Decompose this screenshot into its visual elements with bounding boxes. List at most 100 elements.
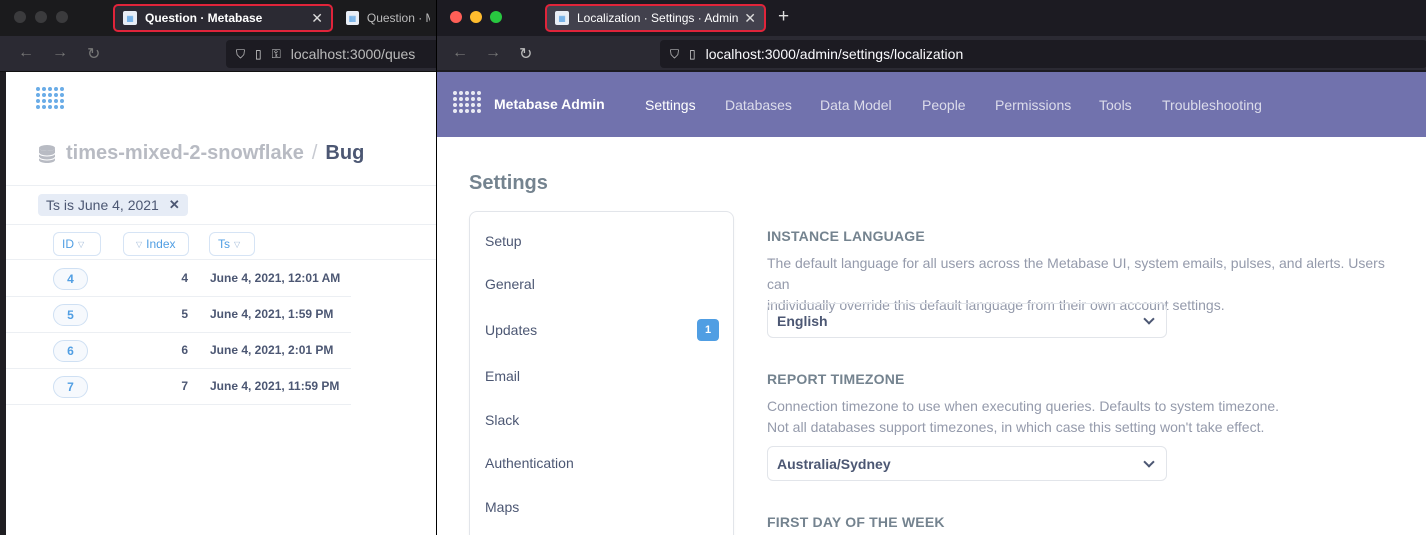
page-icon: ▯ bbox=[255, 47, 262, 61]
breadcrumb-database[interactable]: times-mixed-2-snowflake bbox=[66, 142, 304, 165]
filter-pill[interactable]: Ts is June 4, 2021 ✕ bbox=[38, 194, 188, 216]
chevron-down-icon: ▽ bbox=[136, 239, 143, 249]
table-row: 6 6 June 4, 2021, 2:01 PM bbox=[6, 333, 351, 369]
navigation-bar: ← → ↻ ⛉ ▯ localhost:3000/admin/settings/… bbox=[437, 36, 1426, 70]
row-ts: June 4, 2021, 11:59 PM bbox=[210, 379, 340, 393]
admin-title: Metabase Admin bbox=[494, 96, 605, 112]
url-text: localhost:3000/ques bbox=[290, 46, 416, 62]
filter-bar: Ts is June 4, 2021 ✕ bbox=[6, 185, 436, 225]
column-header-index[interactable]: ▽ Index bbox=[123, 232, 189, 256]
sidebar-item-authentication[interactable]: Authentication bbox=[485, 455, 574, 471]
key-icon: ⚿ bbox=[271, 46, 281, 61]
table-row: 5 5 June 4, 2021, 1:59 PM bbox=[6, 297, 351, 333]
table-header: ID ▽ ▽ Index Ts ▽ bbox=[6, 232, 436, 260]
shield-icon: ⛉ bbox=[236, 46, 246, 61]
column-label: Ts bbox=[218, 237, 230, 251]
breadcrumb: times-mixed-2-snowflake / Bug bbox=[38, 142, 364, 165]
chevron-down-icon: ▽ bbox=[78, 239, 85, 249]
row-id-link[interactable]: 4 bbox=[53, 268, 88, 290]
row-id-link[interactable]: 5 bbox=[53, 304, 88, 326]
maximize-window-icon[interactable] bbox=[490, 11, 502, 23]
row-ts: June 4, 2021, 2:01 PM bbox=[210, 343, 334, 357]
row-index: 5 bbox=[181, 307, 188, 321]
nav-databases[interactable]: Databases bbox=[725, 97, 792, 113]
page-icon: ▯ bbox=[689, 47, 696, 61]
reload-icon[interactable]: ↻ bbox=[519, 44, 532, 64]
column-header-id[interactable]: ID ▽ bbox=[53, 232, 101, 256]
timezone-select[interactable]: Australia/Sydney bbox=[767, 446, 1167, 481]
sidebar-item-slack[interactable]: Slack bbox=[485, 412, 519, 428]
metabase-favicon-icon: ▦ bbox=[346, 11, 359, 25]
admin-browser-window: ▦ Localization · Settings · Admin · ✕ + … bbox=[436, 0, 1426, 535]
admin-navbar: Metabase Admin Settings Databases Data M… bbox=[437, 72, 1426, 137]
select-value: Australia/Sydney bbox=[777, 455, 891, 472]
table-row: 4 4 June 4, 2021, 12:01 AM bbox=[6, 261, 351, 297]
nav-tools[interactable]: Tools bbox=[1099, 97, 1132, 113]
back-arrow-icon[interactable]: ← bbox=[452, 44, 468, 62]
row-id-link[interactable]: 7 bbox=[53, 376, 88, 398]
tab-question-active[interactable]: ▦ Question · Metabase ✕ bbox=[113, 4, 333, 32]
report-timezone-description: Connection timezone to use when executin… bbox=[767, 396, 1397, 438]
filter-label: Ts is June 4, 2021 bbox=[46, 197, 159, 213]
close-tab-icon[interactable]: ✕ bbox=[311, 10, 323, 27]
address-bar[interactable]: ⛉ ▯ ⚿ localhost:3000/ques bbox=[226, 40, 446, 68]
maximize-window-icon[interactable] bbox=[56, 11, 68, 23]
shield-icon: ⛉ bbox=[670, 46, 680, 61]
first-day-of-week-title: FIRST DAY OF THE WEEK bbox=[767, 514, 945, 530]
tab-bar: ▦ Localization · Settings · Admin · ✕ + bbox=[437, 0, 1426, 36]
nav-permissions[interactable]: Permissions bbox=[995, 97, 1071, 113]
sidebar-item-email[interactable]: Email bbox=[485, 368, 520, 384]
chevron-down-icon bbox=[1143, 455, 1155, 468]
nav-data-model[interactable]: Data Model bbox=[820, 97, 892, 113]
forward-arrow-icon[interactable]: → bbox=[52, 44, 68, 62]
sidebar-item-setup[interactable]: Setup bbox=[485, 233, 522, 249]
reload-icon[interactable]: ↻ bbox=[87, 44, 100, 64]
settings-sidebar: Setup General Updates 1 Email Slack Auth… bbox=[469, 211, 734, 535]
back-arrow-icon[interactable]: ← bbox=[18, 44, 34, 62]
row-ts: June 4, 2021, 12:01 AM bbox=[210, 271, 341, 285]
tab-localization-active[interactable]: ▦ Localization · Settings · Admin · ✕ bbox=[545, 4, 766, 32]
row-index: 7 bbox=[181, 379, 188, 393]
address-bar[interactable]: ⛉ ▯ localhost:3000/admin/settings/locali… bbox=[660, 40, 1426, 68]
table-row: 7 7 June 4, 2021, 11:59 PM bbox=[6, 369, 351, 405]
description-line: Connection timezone to use when executin… bbox=[767, 398, 1280, 414]
row-ts: June 4, 2021, 1:59 PM bbox=[210, 307, 334, 321]
url-text: localhost:3000/admin/settings/localizati… bbox=[705, 46, 964, 62]
chevron-down-icon: ▽ bbox=[234, 239, 241, 249]
remove-filter-icon[interactable]: ✕ bbox=[169, 197, 180, 213]
database-icon bbox=[38, 144, 56, 164]
nav-settings[interactable]: Settings bbox=[645, 97, 696, 113]
close-tab-icon[interactable]: ✕ bbox=[744, 10, 756, 27]
report-timezone-title: REPORT TIMEZONE bbox=[767, 371, 905, 387]
select-value: English bbox=[777, 312, 828, 329]
tab-label: Localization · Settings · Admin · bbox=[577, 11, 742, 25]
close-window-icon[interactable] bbox=[14, 11, 26, 23]
new-tab-button[interactable]: + bbox=[778, 6, 789, 28]
sidebar-item-updates[interactable]: Updates bbox=[485, 322, 537, 338]
chevron-down-icon bbox=[1143, 312, 1155, 325]
forward-arrow-icon[interactable]: → bbox=[485, 44, 501, 62]
metabase-logo-icon[interactable] bbox=[36, 87, 64, 109]
question-title[interactable]: Bug bbox=[325, 142, 364, 165]
metabase-logo-icon[interactable] bbox=[453, 91, 481, 113]
nav-troubleshooting[interactable]: Troubleshooting bbox=[1162, 97, 1262, 113]
column-header-ts[interactable]: Ts ▽ bbox=[209, 232, 255, 256]
minimize-window-icon[interactable] bbox=[470, 11, 482, 23]
minimize-window-icon[interactable] bbox=[35, 11, 47, 23]
language-select[interactable]: English bbox=[767, 303, 1167, 338]
description-line: Not all databases support timezones, in … bbox=[767, 419, 1265, 435]
metabase-favicon-icon: ▦ bbox=[555, 11, 569, 25]
row-id-link[interactable]: 6 bbox=[53, 340, 88, 362]
settings-page: Settings Setup General Updates 1 Email S… bbox=[437, 137, 1426, 535]
nav-people[interactable]: People bbox=[922, 97, 966, 113]
page-title: Settings bbox=[469, 172, 548, 194]
tab-label: Question · M bbox=[366, 11, 430, 25]
tab-question-inactive[interactable]: ▦ Question · M bbox=[338, 4, 438, 32]
column-label: ID bbox=[62, 237, 74, 251]
column-label: Index bbox=[146, 237, 176, 251]
tab-label: Question · Metabase bbox=[145, 11, 263, 25]
close-window-icon[interactable] bbox=[450, 11, 462, 23]
instance-language-title: INSTANCE LANGUAGE bbox=[767, 228, 925, 244]
sidebar-item-general[interactable]: General bbox=[485, 276, 535, 292]
sidebar-item-maps[interactable]: Maps bbox=[485, 499, 519, 515]
